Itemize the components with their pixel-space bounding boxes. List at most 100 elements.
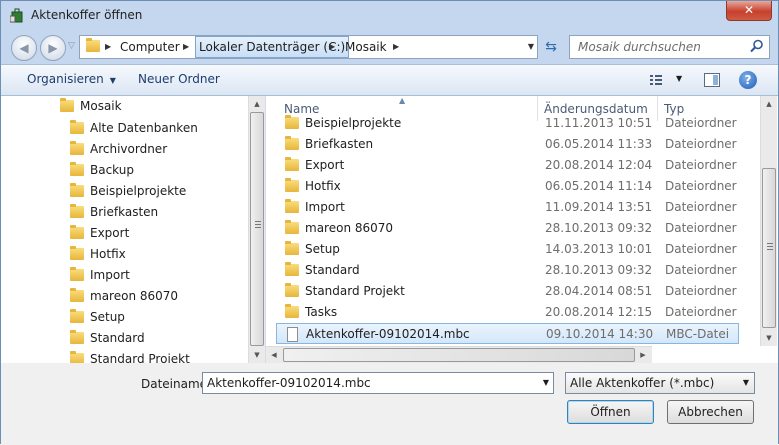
file-type: Dateiordner [665, 179, 737, 193]
tree-item[interactable]: Briefkasten [70, 202, 158, 223]
tree-item-label: Export [90, 226, 130, 240]
scroll-thumb[interactable] [250, 112, 264, 346]
file-name: mareon 86070 [305, 221, 394, 235]
file-type-select[interactable]: Alle Aktenkoffer (*.mbc) ▼ [565, 372, 755, 394]
browser-area: Mosaik Alte Datenbanken Archivordner Backup… [1, 96, 778, 363]
file-row[interactable]: Setup 14.03.2013 10:01 Dateiordner [276, 239, 739, 260]
scroll-down-icon[interactable]: ▼ [761, 330, 777, 346]
file-list-scrollbar[interactable]: ▲ ▼ [760, 96, 777, 346]
scroll-thumb[interactable] [762, 168, 776, 328]
file-row[interactable]: Hotfix 06.05.2014 11:14 Dateiordner [276, 176, 739, 197]
file-row[interactable]: Tasks 20.08.2014 12:15 Dateiordner [276, 302, 739, 323]
scroll-down-icon[interactable]: ▼ [249, 347, 265, 363]
close-button[interactable]: ✕ [726, 1, 772, 21]
file-name: Standard [305, 263, 360, 277]
search-box[interactable]: Mosaik durchsuchen [569, 35, 770, 59]
view-dropdown-icon[interactable]: ▼ [676, 74, 682, 83]
file-row[interactable]: Beispielprojekte 11.11.2013 10:51 Dateiord… [276, 113, 739, 134]
address-bar[interactable]: ▶ Computer ▶ Lokaler Datenträger (C:) ▶ … [79, 35, 538, 59]
file-date: 28.10.2013 09:32 [545, 221, 653, 235]
folder-icon [70, 351, 84, 363]
breadcrumb-chevron-icon[interactable]: ▶ [329, 36, 335, 58]
navigation-bar: ◀ ▶ ▽ ▶ Computer ▶ Lokaler Datenträger (… [1, 32, 778, 62]
scroll-left-icon[interactable]: ◀ [266, 347, 282, 363]
folder-icon [285, 157, 299, 171]
new-folder-button[interactable]: Neuer Ordner [138, 72, 220, 86]
tree-item-label: Hotfix [90, 247, 126, 261]
folder-icon [70, 330, 84, 344]
forward-arrow-icon[interactable]: ▶ [40, 35, 66, 61]
file-name: Beispielprojekte [305, 116, 402, 130]
preview-pane-icon[interactable] [704, 73, 720, 87]
tree-item[interactable]: Standard Projekt [70, 349, 190, 363]
refresh-icon[interactable]: ⇆ [541, 36, 561, 58]
file-row[interactable]: mareon 86070 28.10.2013 09:32 Dateiordner [276, 218, 739, 239]
scroll-thumb[interactable] [283, 348, 635, 362]
file-name: Setup [305, 242, 340, 256]
tree-item[interactable]: Import [70, 265, 130, 286]
file-type: Dateiordner [665, 284, 737, 298]
file-list-horizontal-scrollbar[interactable]: ◀ ▶ [266, 346, 652, 363]
breadcrumb-chevron-icon[interactable]: ▶ [105, 36, 111, 58]
scroll-up-icon[interactable]: ▲ [761, 96, 777, 112]
folder-icon [70, 162, 84, 176]
chevron-down-icon[interactable]: ▼ [543, 373, 549, 393]
open-button[interactable]: Öffnen [567, 400, 654, 424]
file-row[interactable]: Standard 28.10.2013 09:32 Dateiordner [276, 260, 739, 281]
navigation-pane-scrollbar[interactable]: ▲ ▼ [248, 96, 265, 363]
tree-item[interactable]: mareon 86070 [70, 286, 178, 307]
file-name: Briefkasten [305, 137, 374, 151]
file-name: Standard Projekt [305, 284, 405, 298]
grip-line [255, 224, 261, 225]
search-input[interactable]: Mosaik durchsuchen [578, 40, 701, 54]
file-type: Dateiordner [665, 158, 737, 172]
tree-item[interactable]: Backup [70, 160, 134, 181]
tree-item[interactable]: Standard [70, 328, 145, 349]
tree-item[interactable]: Setup [70, 307, 125, 328]
organize-button[interactable]: Organisieren ▼ [27, 72, 116, 86]
folder-icon [285, 115, 299, 129]
address-dropdown-icon[interactable]: ▼ [528, 36, 534, 58]
grip-line [767, 246, 773, 247]
tree-item[interactable]: Archivordner [70, 139, 167, 160]
tree-item-label: Setup [90, 310, 125, 324]
file-type: Dateiordner [665, 221, 737, 235]
scroll-right-icon[interactable]: ▶ [635, 347, 651, 363]
file-row[interactable]: Import 11.09.2014 13:51 Dateiordner [276, 197, 739, 218]
file-row[interactable]: Briefkasten 06.05.2014 11:33 Dateiordner [276, 134, 739, 155]
cancel-button[interactable]: Abbrechen [667, 400, 754, 424]
breadcrumb-chevron-icon[interactable]: ▶ [183, 36, 189, 58]
folder-icon [86, 38, 100, 52]
navigation-pane: Mosaik Alte Datenbanken Archivordner Backup… [9, 96, 266, 363]
filename-input[interactable]: Aktenkoffer-09102014.mbc ▼ [202, 372, 554, 394]
tree-item[interactable]: Alte Datenbanken [70, 118, 198, 139]
dialog-footer: Dateiname: Aktenkoffer-09102014.mbc ▼ Al… [1, 363, 778, 445]
file-row[interactable]: Aktenkoffer-09102014.mbc 09.10.2014 14:30… [276, 323, 739, 344]
file-date: 28.10.2013 09:32 [545, 263, 653, 277]
tree-item[interactable]: Beispielprojekte [70, 181, 186, 202]
folder-icon [285, 241, 299, 255]
window-title: Aktenkoffer öffnen [31, 8, 143, 22]
search-icon[interactable] [750, 39, 764, 53]
history-dropdown-icon[interactable]: ▽ [68, 41, 75, 51]
breadcrumb-local-disk[interactable]: Lokaler Datenträger (C:) [195, 36, 350, 58]
file-type: Dateiordner [665, 305, 737, 319]
file-row[interactable]: Standard Projekt 28.04.2014 08:51 Dateiord… [276, 281, 739, 302]
breadcrumb-mosaik[interactable]: Mosaik [345, 36, 387, 58]
view-list-icon[interactable] [649, 73, 663, 87]
tree-item-root[interactable]: Mosaik [60, 96, 122, 117]
file-date: 20.08.2014 12:15 [545, 305, 653, 319]
help-icon[interactable]: ? [739, 71, 757, 89]
breadcrumb-computer[interactable]: Computer [120, 36, 180, 58]
tree-item[interactable]: Hotfix [70, 244, 126, 265]
scroll-up-icon[interactable]: ▲ [249, 96, 265, 112]
file-row[interactable]: Export 20.08.2014 12:04 Dateiordner [276, 155, 739, 176]
folder-icon [285, 262, 299, 276]
back-arrow-icon[interactable]: ◀ [11, 35, 37, 61]
breadcrumb-chevron-icon[interactable]: ▶ [393, 36, 399, 58]
folder-icon [70, 204, 84, 218]
folder-icon [70, 141, 84, 155]
tree-item[interactable]: Export [70, 223, 129, 244]
tree-item-label: Standard Projekt [90, 352, 190, 363]
file-type: MBC-Datei [666, 327, 730, 341]
